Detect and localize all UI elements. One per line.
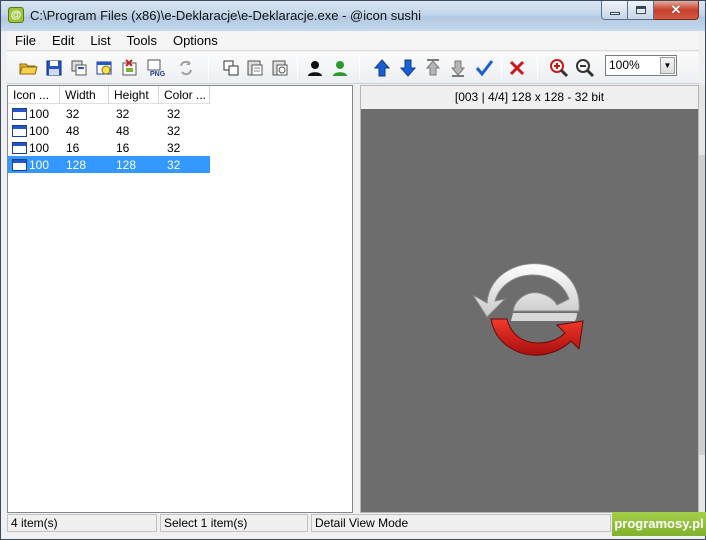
preview-pane: [003 | 4/4] 128 x 128 - 32 bit <box>360 85 699 513</box>
e-deklaracje-icon <box>472 263 584 356</box>
app-icon[interactable]: @ <box>8 7 24 23</box>
green-bg-icon[interactable] <box>329 57 351 79</box>
watermark: programosy.pl <box>612 512 706 536</box>
move-down-icon[interactable] <box>397 57 419 79</box>
column-header-color[interactable]: Color ... <box>159 86 210 104</box>
close-icon: ✕ <box>670 2 682 17</box>
menu-options[interactable]: Options <box>165 31 226 51</box>
cell-width: 128 <box>66 157 87 172</box>
move-up-icon[interactable] <box>371 57 393 79</box>
close-button[interactable]: ✕ <box>654 1 699 20</box>
status-selection: Select 1 item(s) <box>160 514 308 532</box>
copy-icons-icon[interactable] <box>68 57 90 79</box>
paste-icon[interactable] <box>244 57 266 79</box>
cell-width: 16 <box>66 140 80 155</box>
open-folder-icon[interactable] <box>17 57 39 79</box>
cell-color: 32 <box>167 140 181 155</box>
window-icon <box>12 124 27 137</box>
status-bar: 4 item(s) Select 1 item(s) Detail View M… <box>7 514 699 534</box>
preview-info: [003 | 4/4] 128 x 128 - 32 bit <box>454 90 605 104</box>
icon-id: 100 <box>29 106 50 121</box>
minimize-icon <box>609 11 620 15</box>
column-header-width[interactable]: Width <box>60 86 109 104</box>
delete-icon[interactable] <box>506 57 528 79</box>
icon-id: 100 <box>29 157 50 172</box>
app-window: @ C:\Program Files (x86)\e-Deklaracje\e-… <box>0 0 706 540</box>
extract-icon[interactable] <box>94 57 116 79</box>
import-icon[interactable] <box>119 57 141 79</box>
status-view-mode: Detail View Mode <box>311 514 611 532</box>
icon-id: 100 <box>29 123 50 138</box>
table-row-selected[interactable]: 100 128 128 32 <box>8 156 210 173</box>
menu-list[interactable]: List <box>82 31 118 51</box>
cell-height: 128 <box>116 157 137 172</box>
copy-icon[interactable] <box>220 57 242 79</box>
window-icon <box>12 158 27 171</box>
table-row[interactable]: 100 16 16 32 <box>8 139 210 156</box>
zoom-value: 100% <box>609 58 640 72</box>
cell-height: 32 <box>116 106 130 121</box>
column-header-height[interactable]: Height <box>109 86 159 104</box>
zoom-in-icon[interactable] <box>548 57 570 79</box>
window-title: C:\Program Files (x86)\e-Deklaracje\e-De… <box>30 8 422 23</box>
check-icon[interactable] <box>473 57 495 79</box>
zoom-select[interactable]: 100% ▼ <box>605 55 677 76</box>
move-bottom-icon[interactable] <box>447 57 469 79</box>
cell-color: 32 <box>167 106 181 121</box>
icon-list[interactable]: Icon ... Width Height Color ... 100 32 3… <box>7 85 353 513</box>
refresh-icon[interactable] <box>175 57 197 79</box>
toolbar: PNG 100% ▼ <box>7 52 699 84</box>
menu-edit[interactable]: Edit <box>44 31 82 51</box>
table-row[interactable]: 100 32 32 32 <box>8 105 210 122</box>
status-item-count: 4 item(s) <box>7 514 157 532</box>
minimize-button[interactable] <box>601 1 628 20</box>
window-icon <box>12 107 27 120</box>
black-bg-icon[interactable] <box>304 57 326 79</box>
icon-id: 100 <box>29 140 50 155</box>
export-png-icon[interactable]: PNG <box>145 57 167 79</box>
cell-width: 48 <box>66 123 80 138</box>
menu-bar: File Edit List Tools Options <box>7 31 699 51</box>
move-top-icon[interactable] <box>422 57 444 79</box>
maximize-button[interactable] <box>628 1 654 20</box>
list-header: Icon ... Width Height Color ... <box>8 86 210 104</box>
preview-canvas <box>361 109 698 512</box>
table-row[interactable]: 100 48 48 32 <box>8 122 210 139</box>
cell-height: 16 <box>116 140 130 155</box>
menu-tools[interactable]: Tools <box>119 31 165 51</box>
cell-width: 32 <box>66 106 80 121</box>
chevron-down-icon[interactable]: ▼ <box>660 57 675 74</box>
zoom-out-icon[interactable] <box>574 57 596 79</box>
cell-color: 32 <box>167 123 181 138</box>
window-icon <box>12 141 27 154</box>
title-bar: @ C:\Program Files (x86)\e-Deklaracje\e-… <box>1 1 705 31</box>
cell-height: 48 <box>116 123 130 138</box>
save-icon[interactable] <box>43 57 65 79</box>
paste-special-icon[interactable] <box>269 57 291 79</box>
png-label: PNG <box>150 71 166 78</box>
cell-color: 32 <box>167 157 181 172</box>
menu-file[interactable]: File <box>7 31 44 51</box>
vertical-scrollbar[interactable] <box>699 85 705 513</box>
column-header-icon[interactable]: Icon ... <box>8 86 60 104</box>
maximize-icon <box>635 6 646 14</box>
